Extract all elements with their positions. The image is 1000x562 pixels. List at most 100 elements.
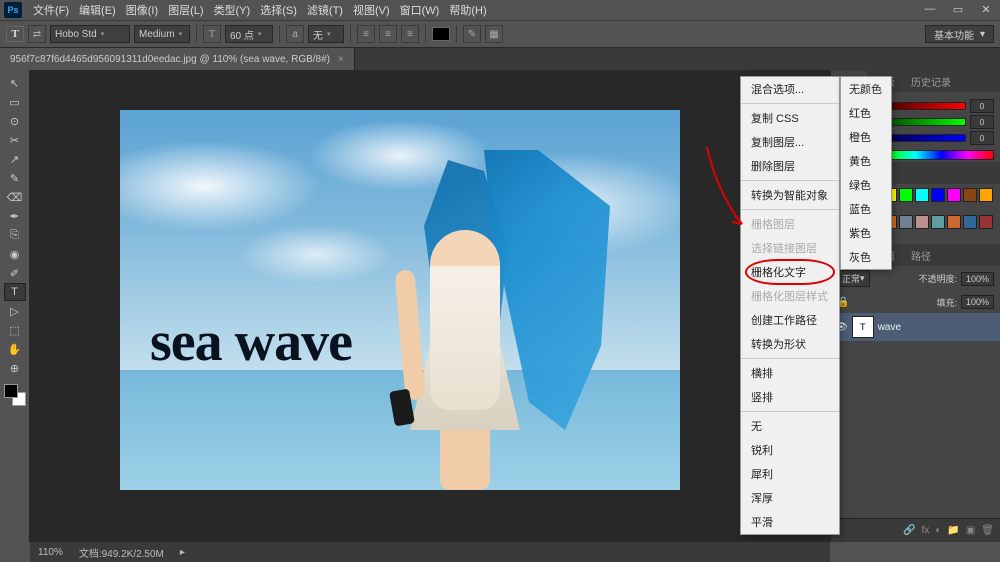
minimize-button[interactable]: — <box>916 0 944 18</box>
maximize-button[interactable]: ▭ <box>944 0 972 18</box>
tab-history[interactable]: 历史记录 <box>903 71 959 92</box>
warp-text-icon[interactable]: ✎ <box>463 25 481 43</box>
swatch[interactable] <box>931 188 945 202</box>
canvas[interactable]: sea wave <box>120 110 680 490</box>
workspace-switcher[interactable]: 基本功能▾ <box>925 25 994 43</box>
context-item[interactable]: 犀利 <box>741 462 839 486</box>
document-tab[interactable]: 956f7c87f6d4465d956091311d0eedac.jpg @ 1… <box>0 48 355 70</box>
folder-icon[interactable]: 📁 <box>947 525 959 536</box>
new-layer-icon[interactable]: ▣ <box>966 525 975 536</box>
submenu-item[interactable]: 灰色 <box>841 245 891 269</box>
submenu-item[interactable]: 蓝色 <box>841 197 891 221</box>
shape-tool[interactable]: ⬚ <box>4 321 26 339</box>
font-size-select[interactable]: 60 点▾ <box>225 25 273 43</box>
tab-close-icon[interactable]: × <box>338 54 344 65</box>
menu-window[interactable]: 窗口(W) <box>395 0 445 20</box>
character-panel-icon[interactable]: ▦ <box>485 25 503 43</box>
menu-type[interactable]: 类型(Y) <box>209 0 256 20</box>
layer-name[interactable]: wave <box>878 322 901 333</box>
trash-icon[interactable]: 🗑 <box>981 525 994 536</box>
menu-filter[interactable]: 滤镜(T) <box>302 0 348 20</box>
context-item[interactable]: 无 <box>741 414 839 438</box>
submenu-item[interactable]: 紫色 <box>841 221 891 245</box>
eyedropper-tool[interactable]: ↗ <box>4 150 26 168</box>
hand-tool[interactable]: ✋ <box>4 340 26 358</box>
font-weight-select[interactable]: Medium▾ <box>134 25 190 43</box>
context-item[interactable]: 创建工作路径 <box>741 308 839 332</box>
align-right-icon[interactable]: ≡ <box>401 25 419 43</box>
canvas-text[interactable]: sea wave <box>150 310 352 374</box>
menu-help[interactable]: 帮助(H) <box>444 0 491 20</box>
align-left-icon[interactable]: ≡ <box>357 25 375 43</box>
context-item[interactable]: 复制图层... <box>741 130 839 154</box>
gradient-tool[interactable]: ◉ <box>4 245 26 263</box>
menu-layer[interactable]: 图层(L) <box>163 0 208 20</box>
submenu-item[interactable]: 黄色 <box>841 149 891 173</box>
marquee-tool[interactable]: ▭ <box>4 93 26 111</box>
mask-icon[interactable]: ◐ <box>935 525 941 536</box>
status-arrow[interactable]: ▸ <box>180 547 185 558</box>
path-tool[interactable]: ▷ <box>4 302 26 320</box>
menu-image[interactable]: 图像(I) <box>121 0 163 20</box>
lasso-tool[interactable]: ⊙ <box>4 112 26 130</box>
context-item[interactable]: 删除图层 <box>741 154 839 178</box>
swatch[interactable] <box>979 188 993 202</box>
color-submenu[interactable]: 无颜色红色橙色黄色绿色蓝色紫色灰色 <box>840 76 892 270</box>
menu-edit[interactable]: 编辑(E) <box>74 0 121 20</box>
submenu-item[interactable]: 红色 <box>841 101 891 125</box>
pen-tool[interactable]: ✒ <box>4 207 26 225</box>
fx-icon[interactable]: fx <box>922 525 930 536</box>
swatch[interactable] <box>915 188 929 202</box>
context-item[interactable]: 转换为智能对象 <box>741 183 839 207</box>
tool-preset-icon[interactable]: T <box>6 26 24 42</box>
swatch[interactable] <box>931 215 945 229</box>
type-tool[interactable]: T <box>4 283 26 301</box>
opacity-input[interactable]: 100% <box>961 272 994 286</box>
clone-tool[interactable]: ⎘ <box>4 226 26 244</box>
context-item[interactable]: 浑厚 <box>741 486 839 510</box>
menu-file[interactable]: 文件(F) <box>28 0 74 20</box>
swatch[interactable] <box>915 215 929 229</box>
antialias-select[interactable]: 无▾ <box>308 25 344 43</box>
context-item[interactable]: 锐利 <box>741 438 839 462</box>
align-center-icon[interactable]: ≡ <box>379 25 397 43</box>
swatch[interactable] <box>947 188 961 202</box>
zoom-level[interactable]: 110% <box>38 547 63 558</box>
swatch[interactable] <box>899 188 913 202</box>
submenu-item[interactable]: 无颜色 <box>841 77 891 101</box>
color-swatch[interactable] <box>4 384 26 406</box>
swatch[interactable] <box>947 215 961 229</box>
context-item[interactable]: 复制 CSS <box>741 106 839 130</box>
layer-thumb[interactable]: T <box>852 316 874 338</box>
context-item[interactable]: 平滑 <box>741 510 839 534</box>
context-menu[interactable]: 混合选项...复制 CSS复制图层...删除图层转换为智能对象栅格图层选择链接图… <box>740 76 840 535</box>
swatch[interactable] <box>963 215 977 229</box>
menu-select[interactable]: 选择(S) <box>255 0 302 20</box>
brush-tool[interactable]: ✎ <box>4 169 26 187</box>
eraser-tool[interactable]: ⌫ <box>4 188 26 206</box>
link-icon[interactable]: 🔗 <box>903 525 915 536</box>
layer-row[interactable]: 👁 T wave <box>831 313 1000 341</box>
blend-mode-select[interactable]: 正常 ▾ <box>837 270 870 287</box>
tab-paths[interactable]: 路径 <box>903 245 939 266</box>
context-item[interactable]: 混合选项... <box>741 77 839 101</box>
move-tool[interactable]: ↖ <box>4 74 26 92</box>
zoom-tool[interactable]: ⊕ <box>4 359 26 377</box>
crop-tool[interactable]: ✂ <box>4 131 26 149</box>
swatch[interactable] <box>979 215 993 229</box>
submenu-item[interactable]: 绿色 <box>841 173 891 197</box>
text-color-swatch[interactable] <box>432 27 450 41</box>
menu-view[interactable]: 视图(V) <box>348 0 395 20</box>
swatch[interactable] <box>963 188 977 202</box>
canvas-area[interactable]: sea wave <box>30 70 830 542</box>
swatch[interactable] <box>899 215 913 229</box>
font-family-select[interactable]: Hobo Std▾ <box>50 25 130 43</box>
context-item[interactable]: 竖排 <box>741 385 839 409</box>
close-button[interactable]: ✕ <box>972 0 1000 18</box>
context-item[interactable]: 栅格化文字 <box>741 260 839 284</box>
submenu-item[interactable]: 橙色 <box>841 125 891 149</box>
orientation-toggle[interactable]: ⇄ <box>28 25 46 43</box>
foreground-color[interactable] <box>4 384 18 398</box>
context-item[interactable]: 转换为形状 <box>741 332 839 356</box>
pencil-tool[interactable]: ✐ <box>4 264 26 282</box>
